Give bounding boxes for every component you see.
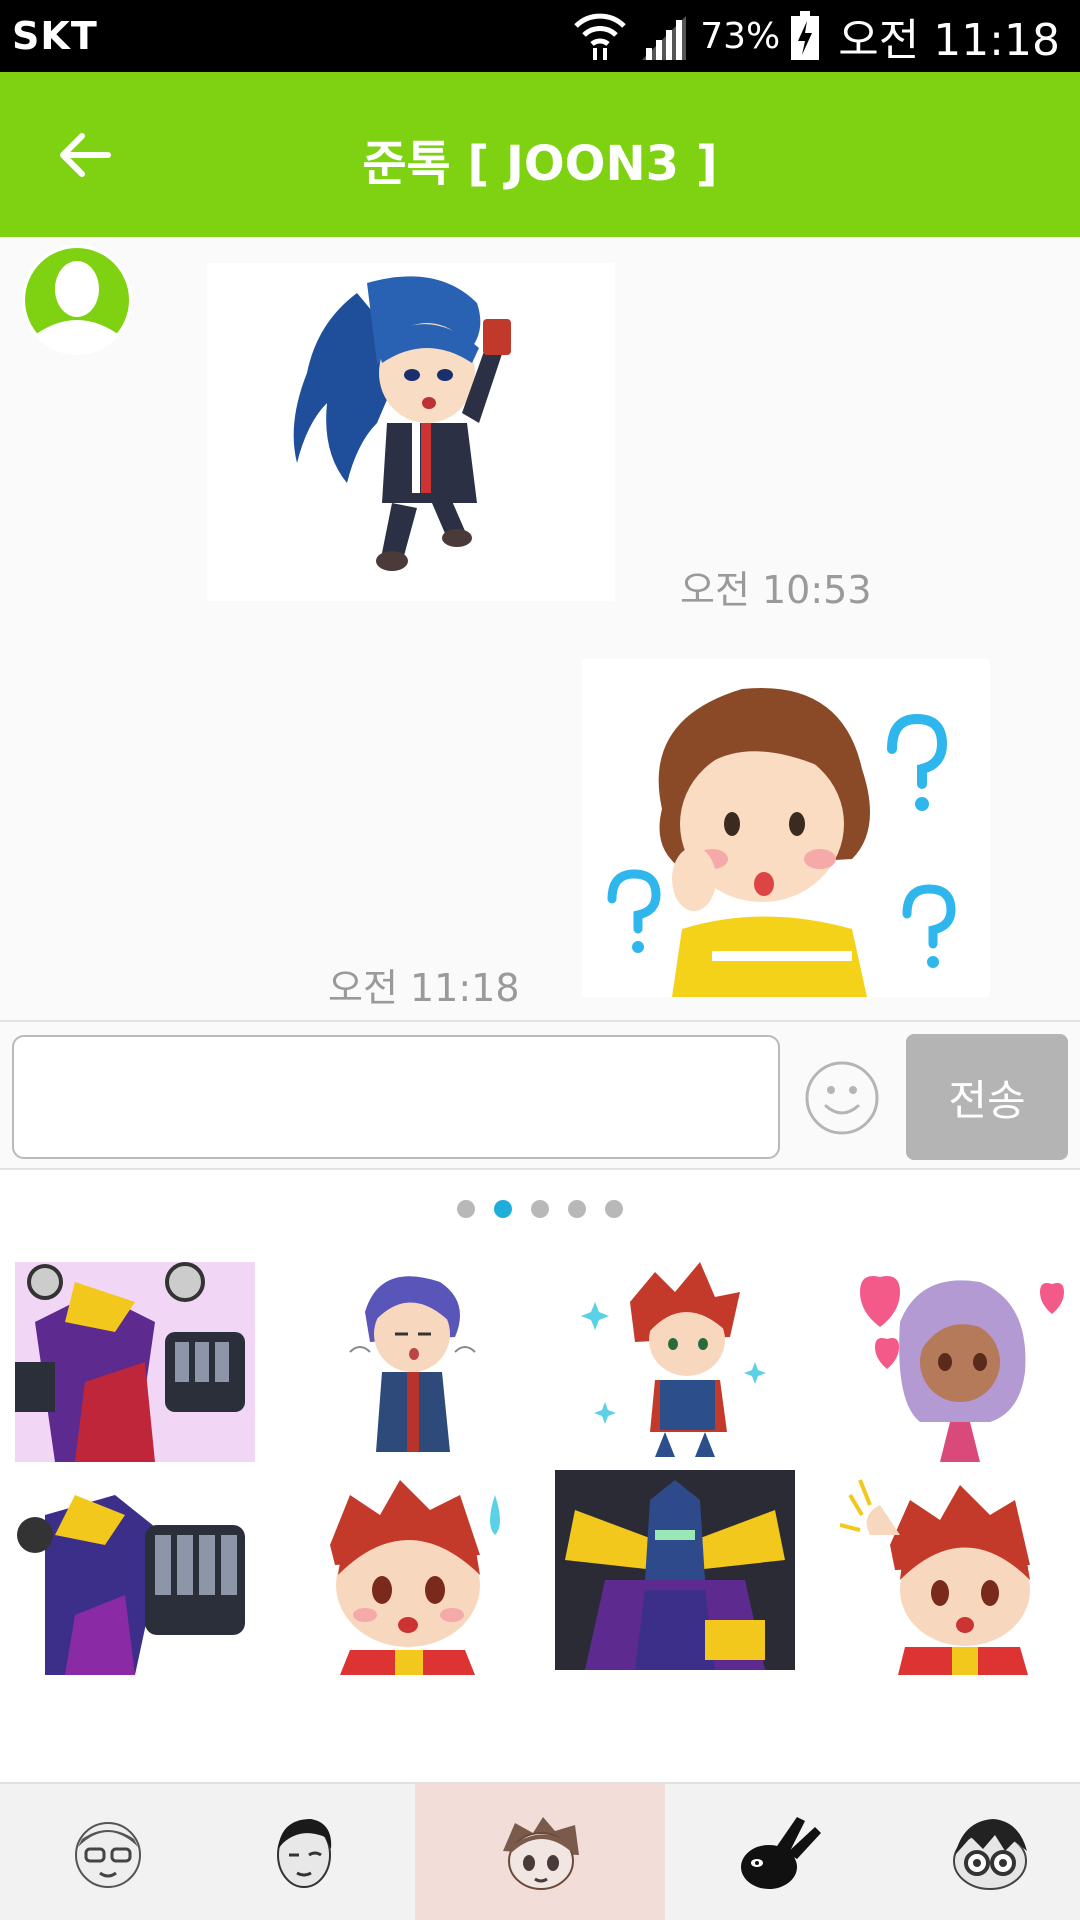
app-bar: 준톡 [ JOON3 ] (0, 72, 1080, 237)
sticker-category-tabs (0, 1782, 1080, 1920)
incoming-sticker-message[interactable] (207, 263, 615, 601)
robot-head-sticker (555, 1470, 795, 1670)
robot-fist-sticker (15, 1475, 255, 1675)
battery-charging-icon (791, 11, 820, 60)
sticker-lavender-haired-girl-hearts[interactable] (840, 1262, 1080, 1462)
page-dot-active[interactable] (494, 1200, 512, 1218)
tab-anime-boy[interactable] (415, 1784, 665, 1920)
blue-haired-boy-sticker (293, 276, 511, 571)
man-winking-icon (277, 1819, 332, 1888)
purple-robot-sticker (15, 1262, 255, 1462)
signal-icon (642, 16, 687, 60)
message-composer: 전송 (0, 1020, 1080, 1170)
tab-black-rabbit[interactable] (670, 1784, 886, 1920)
sticker-panel (0, 1170, 1080, 1782)
outgoing-sticker-message[interactable] (582, 659, 990, 997)
outgoing-message-time: 오전 11:18 (328, 966, 520, 1010)
anime-boy-icon (503, 1817, 579, 1890)
carrier-label: SKT (12, 14, 98, 58)
incoming-message-time: 오전 10:53 (680, 568, 872, 612)
sticker-robot-head[interactable] (555, 1470, 795, 1670)
send-button[interactable]: 전송 (906, 1034, 1068, 1160)
confused-girl-sticker (607, 688, 956, 997)
nerd-glasses-icon (953, 1819, 1027, 1890)
red-haired-boy-sparkle-sticker (581, 1262, 766, 1457)
page-dot[interactable] (568, 1200, 586, 1218)
sticker-robot-fist[interactable] (15, 1475, 255, 1675)
tab-nerd-glasses[interactable] (900, 1784, 1080, 1920)
black-rabbit-icon (741, 1817, 821, 1889)
sticker-red-haired-boy-sparkle[interactable] (565, 1262, 805, 1462)
page-dot[interactable] (457, 1200, 475, 1218)
boy-with-glasses-icon (75, 1822, 141, 1888)
status-icons: 73% 오전 11:18 (572, 8, 1060, 66)
red-haired-boy-sweat-sticker (330, 1480, 500, 1675)
default-avatar-icon (25, 248, 129, 355)
page-indicator (0, 1200, 1080, 1218)
chat-title: 준톡 [ JOON3 ] (362, 136, 718, 192)
sticker-red-haired-boy-sweat[interactable] (290, 1475, 530, 1675)
emoji-button[interactable] (804, 1060, 880, 1136)
tab-man-winking[interactable] (196, 1784, 412, 1920)
lavender-haired-girl-hearts-sticker (860, 1276, 1064, 1462)
status-bar: SKT 73% 오전 11:18 (0, 0, 1080, 72)
red-haired-boy-scratching-head-sticker (840, 1479, 1030, 1675)
message-input[interactable] (12, 1035, 780, 1159)
smiley-icon (805, 1061, 879, 1135)
sticker-purple-haired-boy[interactable] (290, 1262, 530, 1462)
message-list[interactable]: 오전 10:53 오전 11:18 (0, 237, 1080, 1020)
sticker-purple-robot[interactable] (15, 1262, 255, 1462)
tab-boy-with-glasses[interactable] (0, 1784, 216, 1920)
purple-haired-boy-sticker (349, 1276, 476, 1452)
wifi-icon (574, 13, 626, 60)
sticker-red-haired-boy-scratching-head[interactable] (840, 1475, 1080, 1675)
page-dot[interactable] (531, 1200, 549, 1218)
status-time: 오전 11:18 (838, 15, 1060, 66)
chat-screen: SKT 73% 오전 11:18 준톡 [JOON3] 오전 10:53 오… (0, 0, 1080, 1920)
contact-avatar[interactable] (22, 245, 132, 355)
page-dot[interactable] (605, 1200, 623, 1218)
battery-percent: 73% (700, 15, 781, 57)
